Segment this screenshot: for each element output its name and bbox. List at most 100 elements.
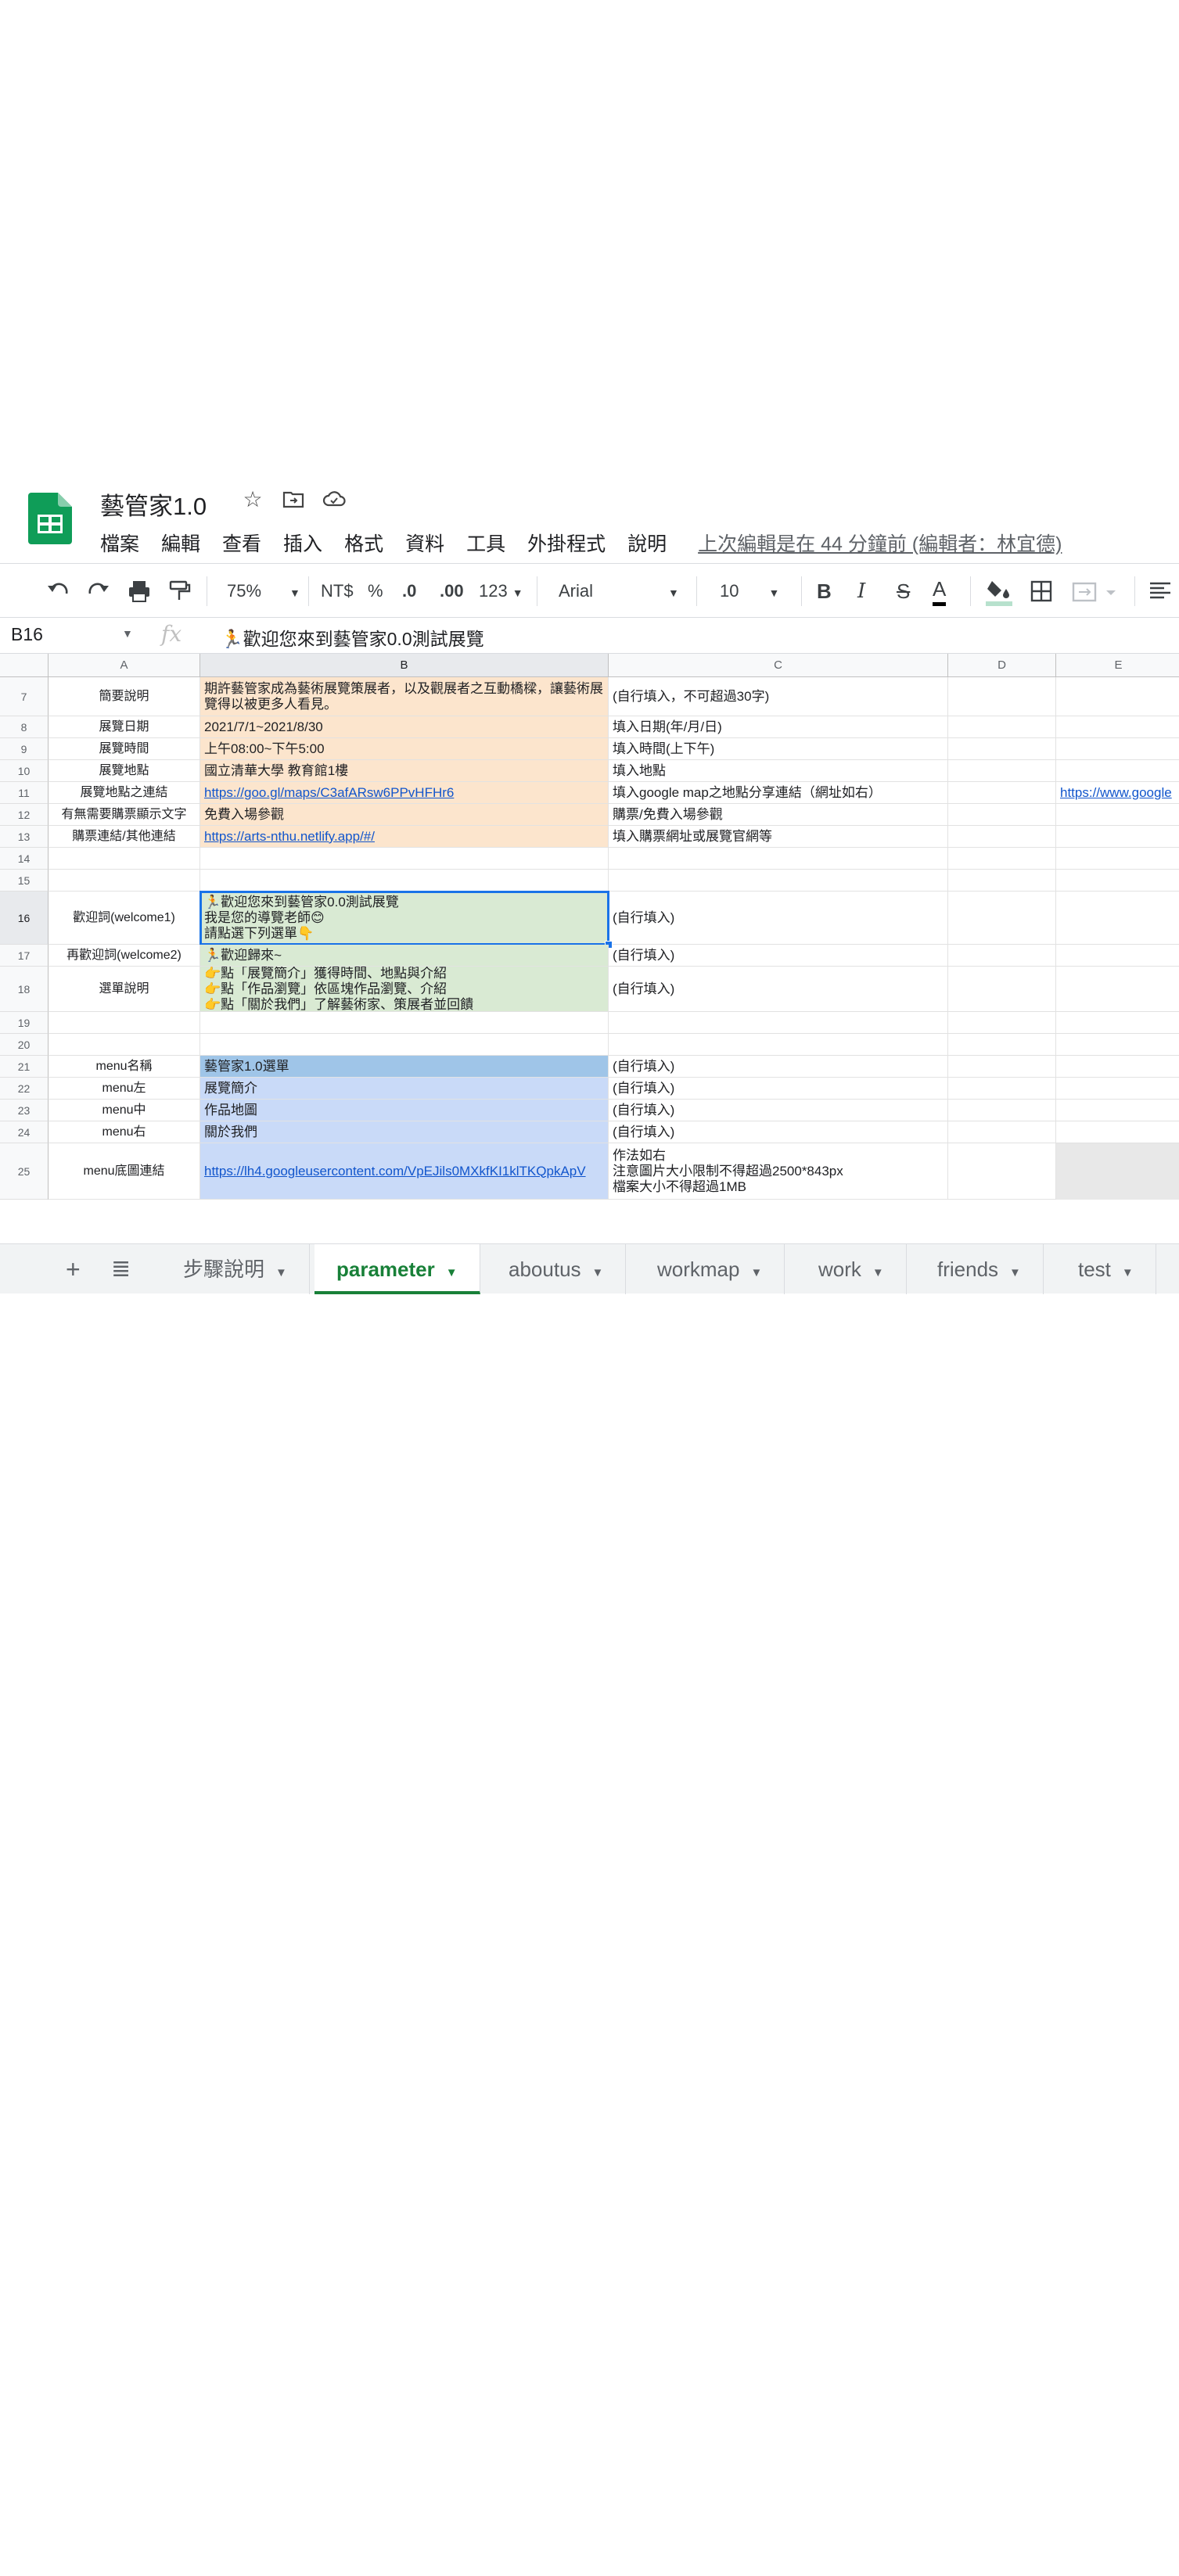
- font-family-select[interactable]: Arial ▼: [559, 576, 679, 606]
- cell-c18[interactable]: (自行填入): [609, 967, 948, 1012]
- cell-a8[interactable]: 展覽日期: [49, 716, 200, 738]
- cell-a16[interactable]: 歡迎詞(welcome1): [49, 892, 200, 945]
- row-header-15[interactable]: 15: [0, 870, 49, 892]
- cell-d12[interactable]: [948, 804, 1056, 826]
- cell-c20[interactable]: [609, 1034, 948, 1056]
- cell-c9[interactable]: 填入時間(上下午): [609, 738, 948, 760]
- sheet-tab-parameter[interactable]: parameter ▼: [315, 1244, 480, 1294]
- text-color-button[interactable]: A: [933, 576, 947, 606]
- cell-e15[interactable]: [1056, 870, 1179, 892]
- cell-c21[interactable]: (自行填入): [609, 1056, 948, 1078]
- cell-d22[interactable]: [948, 1078, 1056, 1100]
- cell-a23[interactable]: menu中: [49, 1100, 200, 1121]
- redo-icon[interactable]: [86, 576, 111, 606]
- cell-b16[interactable]: 🏃歡迎您來到藝管家0.0測試展覽 我是您的導覽老師😊 請點選下列選單👇: [200, 892, 609, 945]
- more-formats-select[interactable]: 123 ▼: [479, 576, 523, 606]
- cell-e10[interactable]: [1056, 760, 1179, 782]
- cell-e13[interactable]: [1056, 826, 1179, 848]
- row-header-10[interactable]: 10: [0, 760, 49, 782]
- row-header-12[interactable]: 12: [0, 804, 49, 826]
- cell-e16[interactable]: [1056, 892, 1179, 945]
- menu-help[interactable]: 說明: [627, 529, 667, 557]
- row-header-21[interactable]: 21: [0, 1056, 49, 1078]
- cell-a9[interactable]: 展覽時間: [49, 738, 200, 760]
- formula-input[interactable]: 🏃歡迎您來到藝管家0.0測試展覽: [221, 624, 484, 651]
- cell-a20[interactable]: [49, 1034, 200, 1056]
- cell-b8[interactable]: 2021/7/1~2021/8/30: [200, 716, 609, 738]
- zoom-select[interactable]: 75% ▼: [227, 576, 300, 606]
- chevron-down-icon[interactable]: ▼: [872, 1266, 884, 1279]
- menu-data[interactable]: 資料: [405, 529, 444, 557]
- row-header-20[interactable]: 20: [0, 1034, 49, 1056]
- cell-c11[interactable]: 填入google map之地點分享連結（網址如右）: [609, 782, 948, 804]
- cell-d7[interactable]: [948, 677, 1056, 716]
- row-header-13[interactable]: 13: [0, 826, 49, 848]
- cell-d13[interactable]: [948, 826, 1056, 848]
- cell-a25[interactable]: menu底圖連結: [49, 1143, 200, 1200]
- row-header-14[interactable]: 14: [0, 848, 49, 870]
- star-icon[interactable]: ☆: [241, 488, 264, 511]
- cell-e12[interactable]: [1056, 804, 1179, 826]
- currency-format-button[interactable]: NT$: [321, 576, 354, 606]
- row-header-9[interactable]: 9: [0, 738, 49, 760]
- row-header-19[interactable]: 19: [0, 1012, 49, 1034]
- cell-d11[interactable]: [948, 782, 1056, 804]
- cell-c14[interactable]: [609, 848, 948, 870]
- chevron-down-icon[interactable]: ▼: [446, 1266, 458, 1279]
- cell-b13[interactable]: https://arts-nthu.netlify.app/#/: [200, 826, 609, 848]
- cell-d21[interactable]: [948, 1056, 1056, 1078]
- cell-d23[interactable]: [948, 1100, 1056, 1121]
- cell-a18[interactable]: 選單說明: [49, 967, 200, 1012]
- cell-b25[interactable]: https://lh4.googleusercontent.com/VpEJil…: [200, 1143, 609, 1200]
- fill-color-icon[interactable]: [986, 576, 1012, 606]
- row-header-24[interactable]: 24: [0, 1121, 49, 1143]
- cell-d20[interactable]: [948, 1034, 1056, 1056]
- cell-b9[interactable]: 上午08:00~下午5:00: [200, 738, 609, 760]
- menu-insert[interactable]: 插入: [283, 529, 322, 557]
- cell-e20[interactable]: [1056, 1034, 1179, 1056]
- cell-a19[interactable]: [49, 1012, 200, 1034]
- cell-b21[interactable]: 藝管家1.0選單: [200, 1056, 609, 1078]
- sheets-logo-icon[interactable]: [28, 493, 72, 544]
- menu-edit[interactable]: 編輯: [161, 529, 200, 557]
- increase-decimal-button[interactable]: .00: [440, 576, 464, 606]
- column-header-c[interactable]: C: [609, 654, 948, 677]
- row-header-18[interactable]: 18: [0, 967, 49, 1012]
- strikethrough-button[interactable]: S: [897, 576, 910, 606]
- row-header-16[interactable]: 16: [0, 892, 49, 945]
- cell-d16[interactable]: [948, 892, 1056, 945]
- add-sheet-icon[interactable]: +: [66, 1255, 81, 1284]
- all-sheets-icon[interactable]: ≣: [111, 1255, 131, 1283]
- merge-cells-icon[interactable]: [1072, 576, 1119, 606]
- cell-d8[interactable]: [948, 716, 1056, 738]
- chevron-down-icon[interactable]: ▼: [275, 1266, 287, 1279]
- cell-a15[interactable]: [49, 870, 200, 892]
- chevron-down-icon[interactable]: ▼: [122, 627, 133, 640]
- cell-c19[interactable]: [609, 1012, 948, 1034]
- sheet-tab-workmap[interactable]: workmap ▼: [635, 1244, 785, 1294]
- sheet-tab-aboutus[interactable]: aboutus ▼: [487, 1244, 627, 1294]
- document-title[interactable]: 藝管家1.0: [100, 486, 207, 522]
- align-icon[interactable]: [1148, 576, 1172, 606]
- menu-addons[interactable]: 外掛程式: [527, 529, 606, 557]
- cell-c25[interactable]: 作法如右 注意圖片大小限制不得超過2500*843px 檔案大小不得超過1MB: [609, 1143, 948, 1200]
- row-header-7[interactable]: 7: [0, 677, 49, 716]
- menu-format[interactable]: 格式: [344, 529, 383, 557]
- column-header-b[interactable]: B: [200, 654, 609, 677]
- cell-b15[interactable]: [200, 870, 609, 892]
- chevron-down-icon[interactable]: ▼: [1009, 1266, 1021, 1279]
- cell-e11[interactable]: https://www.google: [1056, 782, 1179, 804]
- cell-b14[interactable]: [200, 848, 609, 870]
- select-all-corner[interactable]: [0, 654, 49, 677]
- undo-icon[interactable]: [45, 576, 70, 606]
- last-edit-link[interactable]: 上次編輯是在 44 分鐘前 (編輯者：林宜德): [698, 529, 1062, 557]
- chevron-down-icon[interactable]: ▼: [750, 1266, 762, 1279]
- column-header-a[interactable]: A: [49, 654, 200, 677]
- cell-a11[interactable]: 展覽地點之連結: [49, 782, 200, 804]
- menu-tools[interactable]: 工具: [466, 529, 505, 557]
- print-icon[interactable]: [127, 576, 152, 606]
- cell-e8[interactable]: [1056, 716, 1179, 738]
- row-header-11[interactable]: 11: [0, 782, 49, 804]
- row-header-25[interactable]: 25: [0, 1143, 49, 1200]
- cell-a14[interactable]: [49, 848, 200, 870]
